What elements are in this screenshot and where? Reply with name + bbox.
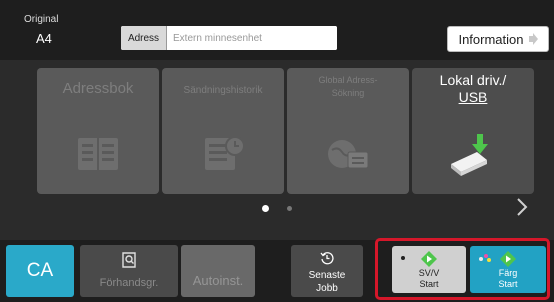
original-value: A4 bbox=[36, 31, 52, 46]
color-start-button[interactable]: Färg Start bbox=[470, 246, 546, 293]
information-label: Information bbox=[458, 31, 524, 47]
globe-card-icon bbox=[328, 140, 369, 169]
tile-address-book[interactable]: Adressbok bbox=[37, 68, 159, 194]
bw-start-button[interactable]: SV/V Start bbox=[392, 246, 466, 293]
history-list-icon bbox=[205, 136, 245, 170]
clear-all-label: CA bbox=[26, 260, 54, 281]
tile-global-search-label: Global Adress- Sökning bbox=[287, 68, 409, 100]
tile-local-drive-usb[interactable]: Lokal driv./ USB bbox=[412, 68, 534, 194]
address-book-icon bbox=[78, 138, 118, 170]
color-start-label: Färg Start bbox=[470, 268, 546, 290]
recent-jobs-label: Senaste Jobb bbox=[291, 269, 363, 295]
local-drive-line1: Lokal driv./ bbox=[439, 72, 507, 88]
page-dot-inactive[interactable] bbox=[287, 206, 292, 211]
tile-address-book-label: Adressbok bbox=[62, 80, 134, 97]
auto-settings-label: Autoinst. bbox=[192, 273, 244, 288]
preview-button[interactable]: Förhandsgr. bbox=[80, 245, 178, 297]
start-diamond-icon bbox=[500, 251, 516, 267]
tile-send-history[interactable]: Sändningshistorik bbox=[162, 68, 284, 194]
preview-label: Förhandsgr. bbox=[99, 277, 159, 289]
bw-line2: Start bbox=[419, 279, 439, 289]
address-bar: Adress bbox=[121, 26, 337, 50]
information-button[interactable]: Information bbox=[447, 26, 549, 52]
tile-send-history-label: Sändningshistorik bbox=[183, 85, 263, 96]
usb-download-icon bbox=[451, 134, 488, 176]
start-diamond-icon bbox=[421, 251, 437, 267]
page-indicator bbox=[262, 205, 292, 212]
color-line1: Färg bbox=[498, 268, 518, 278]
address-input[interactable] bbox=[167, 26, 337, 50]
chevron-right-icon[interactable] bbox=[514, 196, 530, 218]
magnifier-document-icon bbox=[122, 252, 136, 268]
bw-start-label: SV/V Start bbox=[392, 268, 466, 290]
color-line2: Start bbox=[498, 279, 518, 289]
recent-line2: Jobb bbox=[316, 283, 338, 294]
tile-global-address-search[interactable]: Global Adress- Sökning bbox=[287, 68, 409, 194]
clear-all-button[interactable]: CA bbox=[6, 245, 74, 297]
history-icon bbox=[320, 252, 334, 265]
recent-jobs-button[interactable]: Senaste Jobb bbox=[291, 245, 363, 297]
original-size-indicator: Original A4 bbox=[24, 14, 58, 46]
tile-local-drive-label: Lokal driv./ USB bbox=[412, 68, 534, 106]
address-label: Adress bbox=[121, 26, 167, 50]
mono-indicator-icon bbox=[401, 256, 405, 260]
bw-line1: SV/V bbox=[418, 268, 440, 278]
color-indicator-icon bbox=[479, 254, 491, 262]
global-search-line2: Sökning bbox=[331, 88, 365, 98]
auto-settings-button[interactable]: Autoinst. bbox=[181, 245, 255, 297]
destination-panel: Adressbok Sändningshistorik Global Adres… bbox=[0, 60, 554, 240]
original-label: Original bbox=[24, 14, 59, 25]
recent-line1: Senaste bbox=[308, 270, 346, 281]
global-search-line1: Global Adress- bbox=[318, 75, 378, 85]
local-drive-line2: USB bbox=[458, 89, 488, 105]
arrow-right-icon bbox=[528, 33, 538, 45]
page-dot-active bbox=[262, 205, 269, 212]
